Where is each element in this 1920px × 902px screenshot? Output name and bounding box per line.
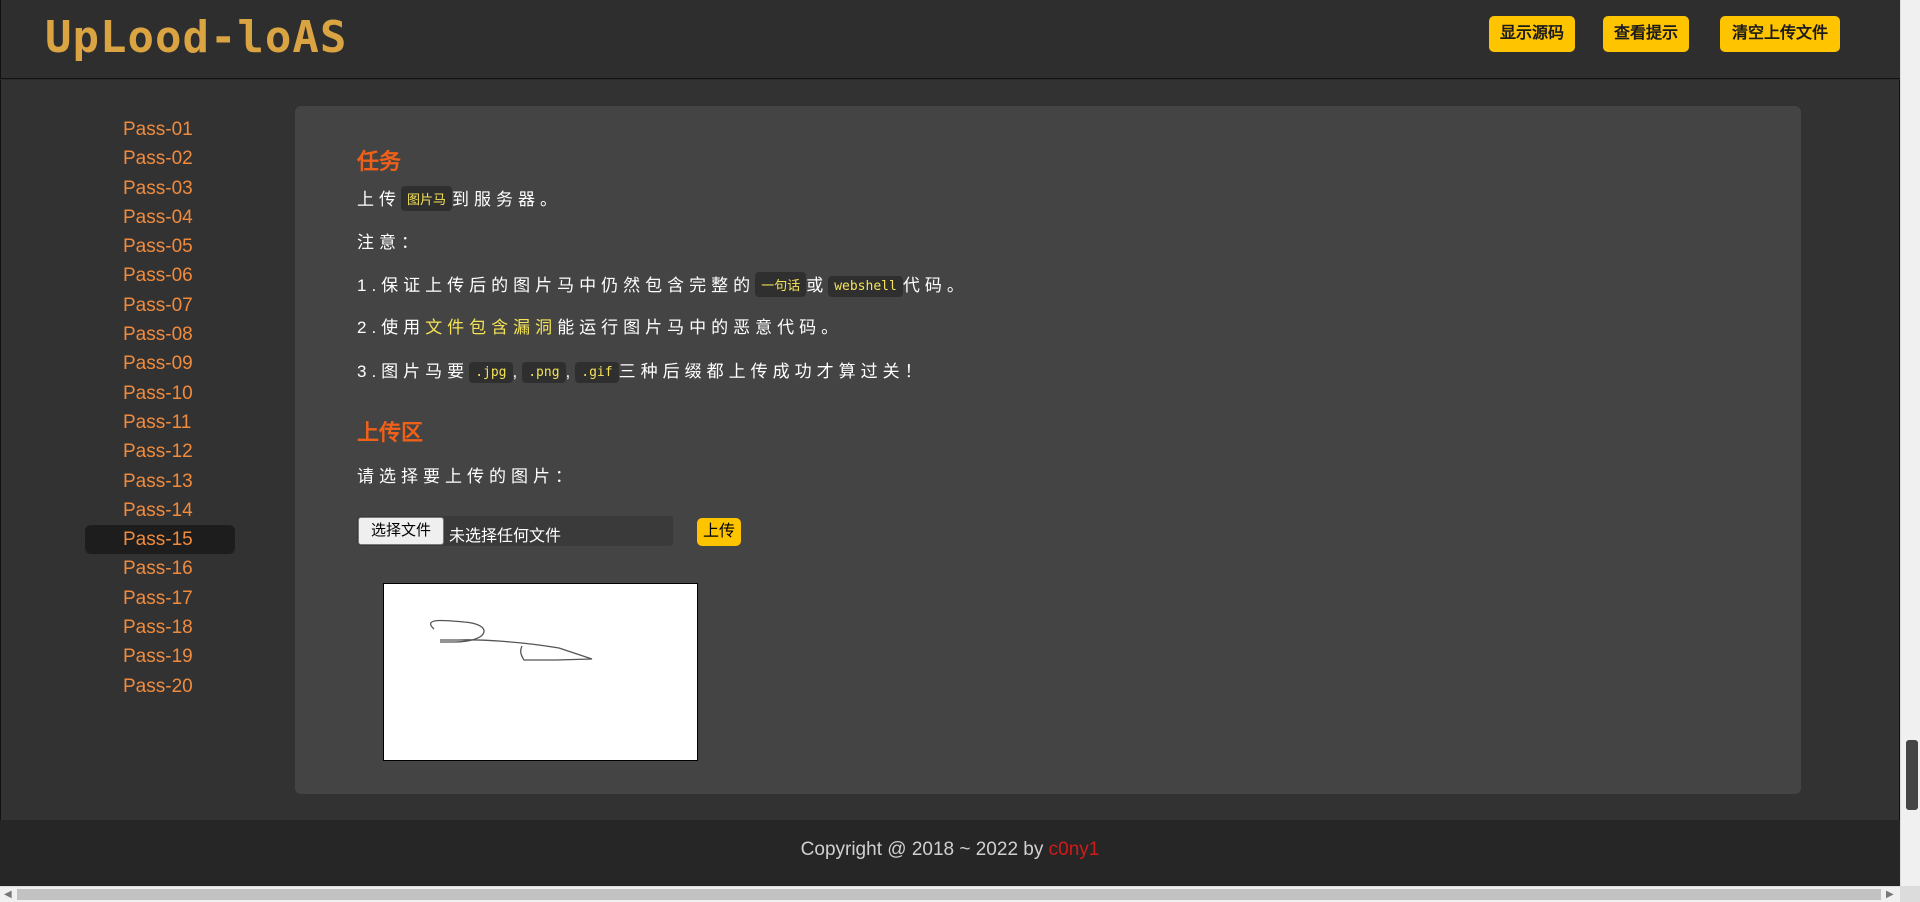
task-line: 上传 图片马 到服务器。	[357, 185, 562, 211]
main-area: Pass-01 Pass-02 Pass-03 Pass-04 Pass-05 Pass-…	[0, 80, 1900, 820]
sidebar-item-pass-11[interactable]: Pass-11	[85, 408, 235, 437]
vertical-scroll-thumb[interactable]	[1906, 740, 1918, 810]
horizontal-scrollbar[interactable]: ◀ ▶	[0, 886, 1920, 902]
code-snippet: .gif	[575, 362, 619, 383]
sidebar-item-pass-17[interactable]: Pass-17	[85, 584, 235, 613]
sidebar-item-pass-20[interactable]: Pass-20	[85, 672, 235, 701]
note-item-3: 3.图片马要 .jpg, .png, .gif 三种后缀都上传成功才算过关！	[357, 357, 927, 383]
text: ,	[565, 362, 576, 381]
sidebar-item-pass-14[interactable]: Pass-14	[85, 496, 235, 525]
sidebar-item-pass-01[interactable]: Pass-01	[85, 115, 235, 144]
text: 代码。	[902, 276, 969, 295]
text: 或	[806, 276, 829, 295]
upload-prompt: 请选择要上传的图片：	[357, 467, 577, 486]
text: 上传	[357, 190, 401, 209]
view-hint-button[interactable]: 查看提示	[1603, 16, 1689, 52]
upload-button[interactable]: 上传	[697, 518, 741, 546]
footer: Copyright @ 2018 ~ 2022 by c0ny1	[0, 820, 1900, 886]
sidebar-item-pass-08[interactable]: Pass-08	[85, 320, 235, 349]
logo: UpLood-loAS	[45, 12, 348, 63]
note-item-1: 1.保证上传后的图片马中仍然包含完整的 一句话或 webshell 代码。	[357, 271, 969, 297]
text: 2.使用	[357, 318, 426, 337]
sidebar-item-pass-02[interactable]: Pass-02	[85, 144, 235, 173]
horizontal-scroll-thumb[interactable]	[17, 889, 1881, 900]
copyright-text: Copyright @ 2018 ~ 2022 by	[800, 839, 1044, 860]
sidebar-item-pass-03[interactable]: Pass-03	[85, 174, 235, 203]
code-snippet: 一句话	[755, 272, 807, 297]
text: 三种后缀都上传成功才算过关！	[618, 362, 927, 381]
image-preview	[383, 583, 698, 761]
highlight-text: 文件包含漏洞	[425, 318, 558, 337]
choose-file-button[interactable]: 选择文件	[358, 517, 444, 545]
sidebar-item-pass-04[interactable]: Pass-04	[85, 203, 235, 232]
sidebar-item-pass-09[interactable]: Pass-09	[85, 349, 235, 378]
sidebar-item-pass-10[interactable]: Pass-10	[85, 379, 235, 408]
note-item-2: 2.使用文件包含漏洞能运行图片马中的恶意代码。	[357, 313, 843, 338]
sidebar: Pass-01 Pass-02 Pass-03 Pass-04 Pass-05 Pass-…	[85, 115, 235, 701]
no-file-text: 未选择任何文件	[449, 528, 562, 545]
clear-uploads-button[interactable]: 清空上传文件	[1720, 16, 1840, 52]
sidebar-item-pass-19[interactable]: Pass-19	[85, 642, 235, 671]
sidebar-item-pass-15[interactable]: Pass-15	[85, 525, 235, 555]
text: 3.图片马要	[357, 362, 470, 381]
author-name: c0ny1	[1048, 839, 1100, 860]
show-source-button[interactable]: 显示源码	[1489, 16, 1575, 52]
task-heading: 任务	[357, 149, 402, 174]
sidebar-item-pass-07[interactable]: Pass-07	[85, 291, 235, 320]
upload-heading: 上传区	[357, 420, 424, 445]
code-snippet: .png	[522, 362, 566, 383]
sidebar-item-pass-05[interactable]: Pass-05	[85, 232, 235, 261]
code-snippet: 图片马	[401, 186, 453, 211]
vertical-scrollbar[interactable]	[1900, 0, 1920, 886]
text: 1.保证上传后的图片马中仍然包含完整的	[357, 276, 756, 295]
sidebar-item-pass-13[interactable]: Pass-13	[85, 467, 235, 496]
sidebar-item-pass-06[interactable]: Pass-06	[85, 261, 235, 290]
scrollbar-corner	[1900, 886, 1920, 902]
content-panel: 任务 上传 图片马 到服务器。 注意： 1.保证上传后的图片马中仍然包含完整的 一句话…	[295, 106, 1801, 794]
sidebar-item-pass-12[interactable]: Pass-12	[85, 437, 235, 466]
scribble-image	[430, 619, 593, 661]
code-snippet: webshell	[828, 276, 903, 297]
text: 到服务器。	[452, 190, 563, 209]
note-label: 注意：	[357, 233, 423, 252]
sidebar-item-pass-18[interactable]: Pass-18	[85, 613, 235, 642]
header: UpLood-loAS 显示源码 查看提示 清空上传文件	[0, 0, 1900, 79]
code-snippet: .jpg	[469, 362, 513, 383]
text: ,	[512, 362, 523, 381]
scroll-left-icon[interactable]: ◀	[4, 887, 12, 902]
scroll-right-icon[interactable]: ▶	[1886, 887, 1894, 902]
sidebar-item-pass-16[interactable]: Pass-16	[85, 554, 235, 583]
text: 能运行图片马中的恶意代码。	[557, 318, 844, 337]
file-input[interactable]: 选择文件 未选择任何文件	[357, 516, 673, 546]
